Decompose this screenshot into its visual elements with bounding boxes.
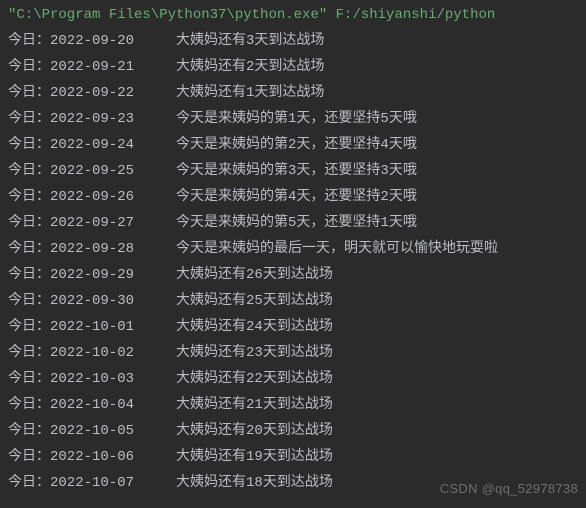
output-row: 今日：2022-09-24 今天是来姨妈的第2天，还要坚持4天哦 <box>8 132 586 158</box>
output-row: 今日：2022-09-22 大姨妈还有1天到达战场 <box>8 80 586 106</box>
row-msg: 今天是来姨妈的最后一天，明天就可以愉快地玩耍啦 <box>176 241 498 257</box>
row-prefix: 今日： <box>8 163 50 179</box>
row-msg: 今天是来姨妈的第2天，还要坚持4天哦 <box>176 137 417 153</box>
row-msg: 大姨妈还有24天到达战场 <box>176 319 333 335</box>
output-row: 今日：2022-10-03 大姨妈还有22天到达战场 <box>8 366 586 392</box>
output-row: 今日：2022-09-25 今天是来姨妈的第3天，还要坚持3天哦 <box>8 158 586 184</box>
row-date: 2022-10-05 <box>50 423 134 439</box>
row-prefix: 今日： <box>8 449 50 465</box>
row-msg: 今天是来姨妈的第3天，还要坚持3天哦 <box>176 163 417 179</box>
row-date: 2022-10-04 <box>50 397 134 413</box>
row-prefix: 今日： <box>8 475 50 491</box>
row-date: 2022-09-23 <box>50 111 134 127</box>
row-date: 2022-09-29 <box>50 267 134 283</box>
row-msg: 大姨妈还有21天到达战场 <box>176 397 333 413</box>
output-row: 今日：2022-09-26 今天是来姨妈的第4天，还要坚持2天哦 <box>8 184 586 210</box>
row-prefix: 今日： <box>8 33 50 49</box>
row-date: 2022-09-28 <box>50 241 134 257</box>
row-prefix: 今日： <box>8 319 50 335</box>
row-msg: 大姨妈还有3天到达战场 <box>176 33 324 49</box>
row-date: 2022-09-30 <box>50 293 134 309</box>
row-date: 2022-10-07 <box>50 475 134 491</box>
row-msg: 大姨妈还有22天到达战场 <box>176 371 333 387</box>
console-output: "C:\Program Files\Python37\python.exe" F… <box>0 0 586 496</box>
output-row: 今日：2022-09-29 大姨妈还有26天到达战场 <box>8 262 586 288</box>
row-date: 2022-10-06 <box>50 449 134 465</box>
row-prefix: 今日： <box>8 397 50 413</box>
row-msg: 大姨妈还有18天到达战场 <box>176 475 333 491</box>
row-msg: 大姨妈还有23天到达战场 <box>176 345 333 361</box>
row-prefix: 今日： <box>8 85 50 101</box>
row-msg: 大姨妈还有25天到达战场 <box>176 293 333 309</box>
row-date: 2022-09-27 <box>50 215 134 231</box>
output-row: 今日：2022-09-27 今天是来姨妈的第5天，还要坚持1天哦 <box>8 210 586 236</box>
row-date: 2022-09-20 <box>50 33 134 49</box>
output-row: 今日：2022-09-30 大姨妈还有25天到达战场 <box>8 288 586 314</box>
row-prefix: 今日： <box>8 371 50 387</box>
row-msg: 今天是来姨妈的第4天，还要坚持2天哦 <box>176 189 417 205</box>
row-msg: 大姨妈还有1天到达战场 <box>176 85 324 101</box>
row-prefix: 今日： <box>8 59 50 75</box>
row-prefix: 今日： <box>8 423 50 439</box>
output-row: 今日：2022-10-06 大姨妈还有19天到达战场 <box>8 444 586 470</box>
row-prefix: 今日： <box>8 345 50 361</box>
output-row: 今日：2022-10-05 大姨妈还有20天到达战场 <box>8 418 586 444</box>
output-row: 今日：2022-09-23 今天是来姨妈的第1天，还要坚持5天哦 <box>8 106 586 132</box>
command-line: "C:\Program Files\Python37\python.exe" F… <box>8 2 586 28</box>
row-prefix: 今日： <box>8 241 50 257</box>
row-prefix: 今日： <box>8 215 50 231</box>
output-row: 今日：2022-10-02 大姨妈还有23天到达战场 <box>8 340 586 366</box>
watermark-text: CSDN @qq_52978738 <box>440 481 578 496</box>
row-msg: 大姨妈还有20天到达战场 <box>176 423 333 439</box>
row-date: 2022-09-24 <box>50 137 134 153</box>
row-prefix: 今日： <box>8 189 50 205</box>
row-date: 2022-10-03 <box>50 371 134 387</box>
row-prefix: 今日： <box>8 137 50 153</box>
row-date: 2022-10-02 <box>50 345 134 361</box>
row-date: 2022-09-22 <box>50 85 134 101</box>
row-msg: 大姨妈还有2天到达战场 <box>176 59 324 75</box>
output-row: 今日：2022-09-20 大姨妈还有3天到达战场 <box>8 28 586 54</box>
output-row: 今日：2022-09-28 今天是来姨妈的最后一天，明天就可以愉快地玩耍啦 <box>8 236 586 262</box>
row-prefix: 今日： <box>8 293 50 309</box>
row-msg: 大姨妈还有26天到达战场 <box>176 267 333 283</box>
row-msg: 今天是来姨妈的第5天，还要坚持1天哦 <box>176 215 417 231</box>
row-msg: 今天是来姨妈的第1天，还要坚持5天哦 <box>176 111 417 127</box>
output-row: 今日：2022-10-04 大姨妈还有21天到达战场 <box>8 392 586 418</box>
row-date: 2022-10-01 <box>50 319 134 335</box>
row-date: 2022-09-26 <box>50 189 134 205</box>
row-msg: 大姨妈还有19天到达战场 <box>176 449 333 465</box>
row-date: 2022-09-25 <box>50 163 134 179</box>
row-date: 2022-09-21 <box>50 59 134 75</box>
output-row: 今日：2022-09-21 大姨妈还有2天到达战场 <box>8 54 586 80</box>
output-row: 今日：2022-10-01 大姨妈还有24天到达战场 <box>8 314 586 340</box>
row-prefix: 今日： <box>8 267 50 283</box>
row-prefix: 今日： <box>8 111 50 127</box>
